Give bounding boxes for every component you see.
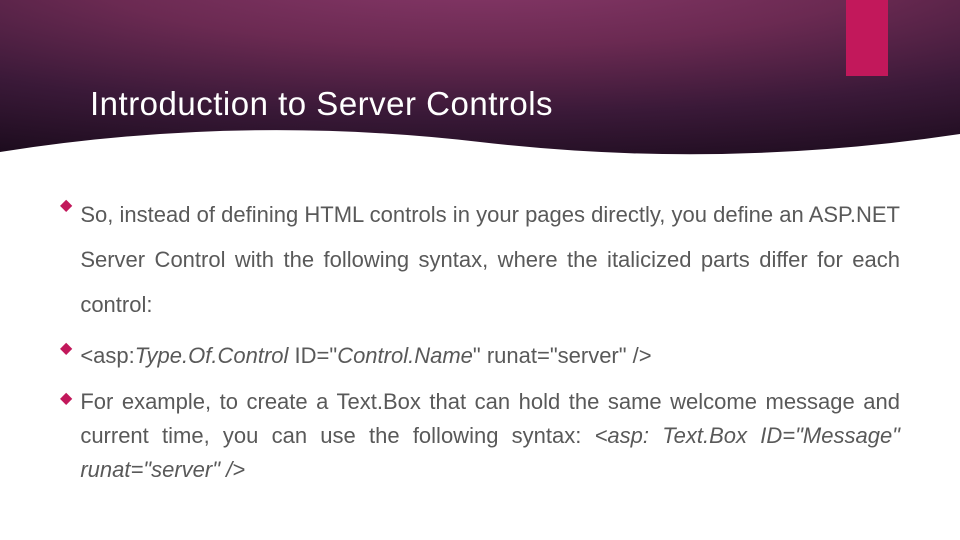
- accent-block: [846, 0, 888, 76]
- bullet-item: ◆ For example, to create a Text.Box that…: [60, 385, 900, 487]
- bullet-icon: ◆: [60, 192, 72, 220]
- bullet-icon: ◆: [60, 385, 72, 413]
- bullet-lead: For: [80, 389, 113, 414]
- slide-title: Introduction to Server Controls: [90, 85, 553, 123]
- bullet-text: For example, to create a Text.Box that c…: [80, 385, 900, 487]
- code-prefix: <asp:: [80, 343, 134, 368]
- code-mid: ID=": [295, 343, 338, 368]
- bullet-item: ◆ <asp:Type.Of.Control ID="Control.Name"…: [60, 335, 900, 377]
- code-suffix: " runat="server" />: [473, 343, 652, 368]
- code-italic: Control.Name: [337, 343, 473, 368]
- slide-header: Introduction to Server Controls: [0, 0, 960, 160]
- slide-body: ◆ So, instead of defining HTML controls …: [0, 160, 960, 515]
- bullet-text: So, instead of defining HTML controls in…: [80, 192, 900, 327]
- code-italic: Type.Of.Control: [135, 343, 295, 368]
- wave-divider: [0, 122, 960, 162]
- bullet-item: ◆ So, instead of defining HTML controls …: [60, 192, 900, 327]
- bullet-text: <asp:Type.Of.Control ID="Control.Name" r…: [80, 335, 651, 377]
- bullet-icon: ◆: [60, 335, 72, 363]
